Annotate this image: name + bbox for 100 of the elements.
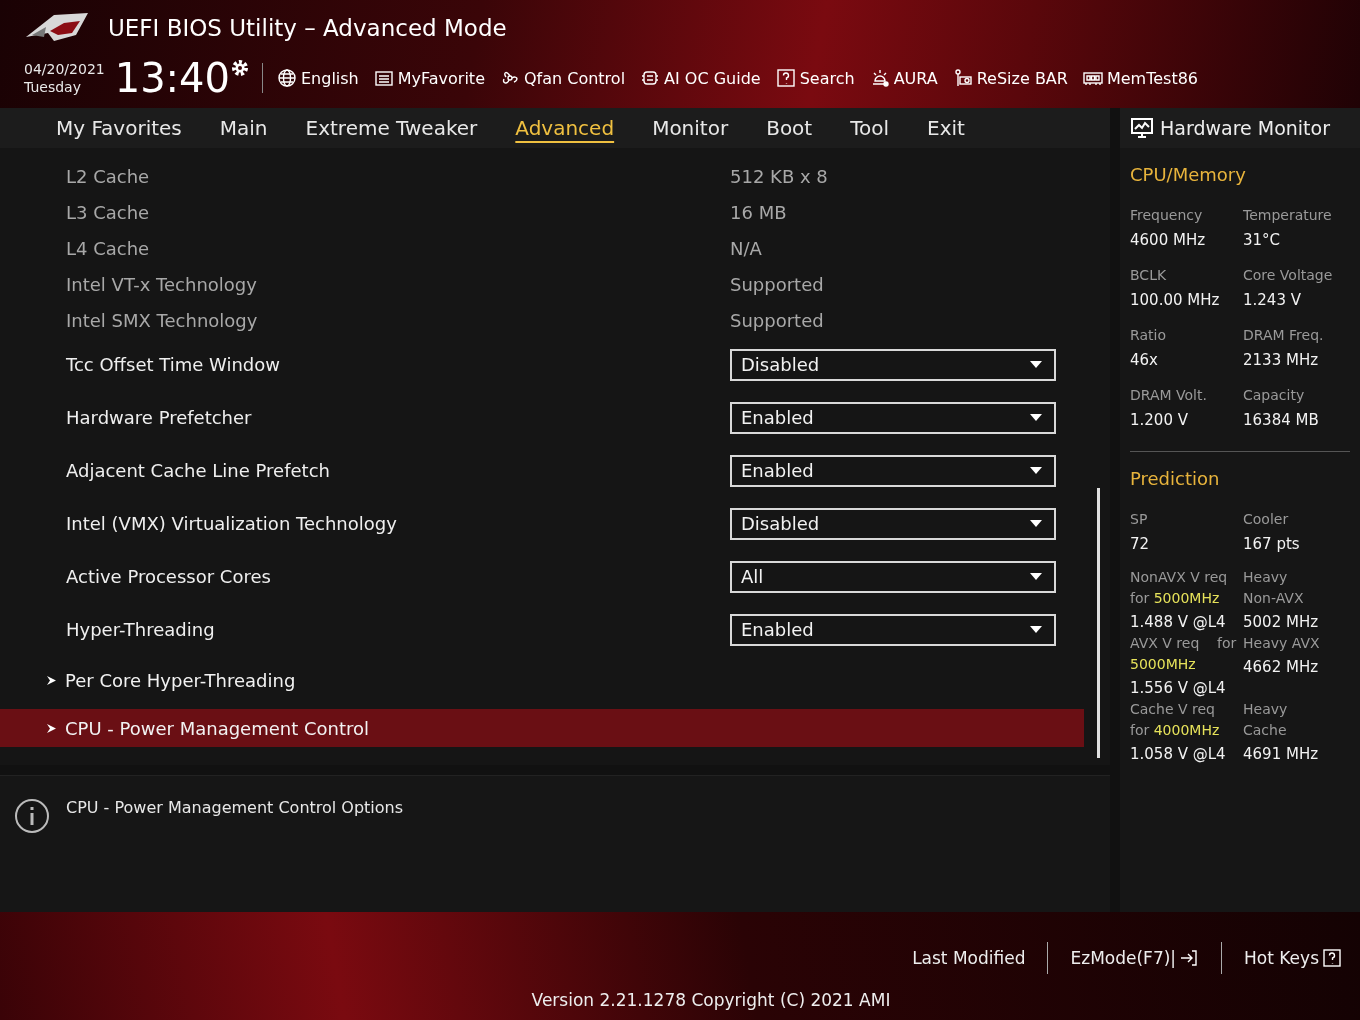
stat-value: 5002 MHz — [1243, 613, 1320, 631]
stat-value: 31°C — [1243, 231, 1282, 249]
stat-label: Heavy Non-AVX — [1243, 568, 1305, 608]
info-icon — [14, 798, 50, 834]
stat-value: 100.00 MHz — [1130, 291, 1221, 309]
setting-label: Adjacent Cache Line Prefetch — [66, 460, 331, 481]
setting-label: Hyper-Threading — [66, 619, 216, 640]
caret-icon — [1030, 573, 1042, 580]
setting-label: L3 Cache — [66, 201, 151, 223]
menu-tab[interactable]: Monitor — [626, 116, 741, 140]
caret-icon — [1030, 626, 1042, 633]
panel-title: Hardware Monitor — [1160, 117, 1330, 139]
caret-icon — [1030, 467, 1042, 474]
stat-label: AVX V req for 5000MHz — [1130, 634, 1238, 674]
stat-value: 4662 MHz — [1243, 658, 1320, 676]
stat-label: Frequency — [1130, 206, 1204, 225]
toolbar-button[interactable]: AURA — [869, 68, 938, 88]
help-icon — [775, 68, 796, 88]
exit-icon — [1179, 948, 1200, 968]
dropdown[interactable]: Enabled — [730, 401, 1056, 434]
footer-link[interactable]: Last Modified — [912, 948, 1026, 968]
monitor-icon — [1130, 116, 1154, 140]
setting-label: Intel SMX Technology — [66, 309, 259, 331]
setting-label: Hardware Prefetcher — [66, 407, 253, 428]
stat-label: Core Voltage — [1243, 266, 1334, 285]
stat-label: DRAM Volt. — [1130, 386, 1208, 405]
stat-value: 16384 MB — [1243, 411, 1320, 429]
toolbar-button[interactable]: MyFavorite — [373, 68, 485, 88]
stat-value: 1.488 V @L4 — [1130, 613, 1227, 631]
chevron-icon — [46, 722, 57, 734]
toolbar-button[interactable]: MemTest86 — [1082, 68, 1199, 88]
stat-label: Temperature — [1243, 206, 1333, 225]
dropdown[interactable]: Disabled — [730, 348, 1056, 381]
stat-label: Heavy Cache — [1243, 700, 1289, 740]
stat-value: 1.556 V @L4 — [1130, 679, 1227, 697]
dropdown[interactable]: Enabled — [730, 613, 1056, 646]
caret-icon — [1030, 414, 1042, 421]
footer-link[interactable]: EzMode(F7)| — [1070, 948, 1200, 968]
graphics-card-icon — [952, 68, 973, 88]
menu-tab[interactable]: Tool — [824, 116, 902, 140]
settings-icon[interactable] — [230, 58, 250, 78]
list-icon — [373, 68, 394, 88]
scrollbar[interactable] — [1097, 488, 1100, 758]
section-title: CPU/Memory — [1130, 164, 1247, 185]
submenu-item[interactable]: Per Core Hyper-Threading — [0, 661, 1084, 699]
stat-value: 1.243 V — [1243, 291, 1302, 309]
toolbar-button[interactable]: Search — [775, 68, 855, 88]
menu-tab[interactable]: Exit — [901, 116, 977, 140]
toolbar-button[interactable]: ReSize BAR — [952, 68, 1068, 88]
dropdown[interactable]: All — [730, 560, 1056, 593]
toolbar-button[interactable]: AI OC Guide — [640, 68, 761, 88]
stat-value: 2133 MHz — [1243, 351, 1320, 369]
setting-value: N/A — [730, 237, 762, 259]
stat-value: 167 pts — [1243, 535, 1301, 553]
stat-label: Cooler — [1243, 510, 1290, 529]
caret-icon — [1030, 520, 1042, 527]
setting-label: Intel VT-x Technology — [66, 273, 258, 295]
globe-icon — [277, 68, 297, 88]
stat-label: Ratio — [1130, 326, 1167, 345]
stat-value: 1.058 V @L4 — [1130, 745, 1227, 763]
stat-label: SP — [1130, 510, 1149, 529]
chip-icon — [640, 68, 661, 88]
weekday: Tuesday — [24, 78, 82, 96]
clock-time: 13:40 — [114, 55, 230, 101]
stat-value: 4600 MHz — [1130, 231, 1207, 249]
help-text: CPU - Power Management Control Options — [66, 798, 404, 819]
menu-tab[interactable]: Main — [193, 116, 280, 140]
section-title: Prediction — [1130, 468, 1221, 489]
help-icon — [1322, 948, 1342, 968]
stat-value: 46x — [1130, 351, 1159, 369]
setting-label: Intel (VMX) Virtualization Technology — [66, 513, 398, 534]
chevron-icon — [46, 674, 57, 686]
caret-icon — [1030, 361, 1042, 368]
menu-tab[interactable]: Advanced — [489, 116, 627, 140]
stat-label: Capacity — [1243, 386, 1306, 405]
stat-label: DRAM Freq. — [1243, 326, 1325, 345]
stat-value: 72 — [1130, 535, 1151, 553]
version-text: Version 2.21.1278 Copyright (C) 2021 AMI — [531, 990, 891, 1010]
menu-tab[interactable]: Extreme Tweaker — [279, 116, 490, 140]
dropdown[interactable]: Disabled — [730, 507, 1056, 540]
date: 04/20/2021 — [24, 60, 105, 78]
stat-label: BCLK — [1130, 266, 1168, 285]
setting-value: Supported — [730, 309, 824, 331]
stat-value: 1.200 V — [1130, 411, 1189, 429]
stat-label: NonAVX V req for 5000MHz — [1130, 568, 1229, 608]
toolbar-button[interactable]: English — [277, 68, 359, 88]
window-title: UEFI BIOS Utility – Advanced Mode — [108, 15, 507, 41]
setting-label: L2 Cache — [66, 165, 151, 187]
stat-label: Heavy AVX — [1243, 634, 1321, 653]
dropdown[interactable]: Enabled — [730, 454, 1056, 487]
footer-link[interactable]: Hot Keys — [1244, 948, 1342, 968]
menu-tab[interactable]: Boot — [740, 116, 825, 140]
toolbar-button[interactable]: Qfan Control — [500, 68, 626, 88]
submenu-item[interactable]: CPU - Power Management Control — [0, 709, 1084, 747]
setting-label: Tcc Offset Time Window — [66, 354, 281, 375]
setting-value: 16 MB — [730, 201, 787, 223]
setting-label: L4 Cache — [66, 237, 151, 259]
setting-label: Active Processor Cores — [66, 566, 272, 587]
stat-value: 4691 MHz — [1243, 745, 1320, 763]
menu-tab[interactable]: My Favorites — [30, 116, 194, 140]
